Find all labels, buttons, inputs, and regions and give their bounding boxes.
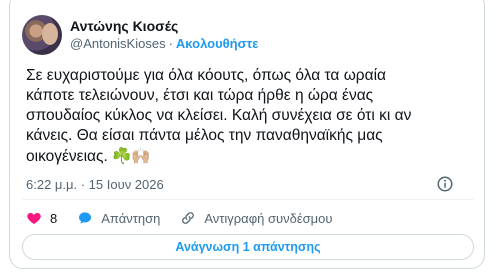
tweet-text: Σε ευχαριστούμε για όλα κόουτς, όπως όλα… [26,66,476,167]
like-count: 8 [50,210,58,226]
tweet-actions: 8 Απάντηση Αντιγραφή συνδέσμου [26,208,353,228]
reply-bubble-icon [79,212,92,224]
copy-link-button[interactable]: Αντιγραφή συνδέσμου [180,210,333,226]
tweet-timestamp[interactable]: 6:22 μ.μ. · 15 Ιουν 2026 [26,177,164,192]
tweet-body: Σε ευχαριστούμε για όλα κόουτς, όπως όλα… [26,67,412,165]
handle-separator: · [168,36,173,51]
author-names: Αντώνης Κιοσές @AntonisKioses · Ακολουθήστ… [70,17,258,53]
raised-hands-emoji: 🙌🏼 [131,147,151,165]
author-avatar[interactable] [22,15,62,55]
clover-emoji: ☘️ [112,147,132,165]
read-replies-button[interactable]: Ανάγνωση 1 απάντησης [22,234,474,260]
heart-icon [27,213,41,224]
tweet-header: Αντώνης Κιοσές @AntonisKioses · Ακολουθήστ… [22,13,258,57]
follow-button[interactable]: Ακολουθήστε [176,36,259,51]
link-icon [182,212,195,224]
copy-link-label: Αντιγραφή συνδέσμου [204,210,333,226]
divider [22,199,474,200]
reply-button[interactable]: Απάντηση [77,210,160,226]
author-handle-row: @AntonisKioses · Ακολουθήστε [70,35,258,53]
author-display-name[interactable]: Αντώνης Κιοσές [70,17,258,35]
info-icon[interactable] [436,175,454,193]
author-handle[interactable]: @AntonisKioses [70,36,166,51]
reply-label: Απάντηση [101,210,161,226]
like-button[interactable]: 8 [26,210,57,226]
